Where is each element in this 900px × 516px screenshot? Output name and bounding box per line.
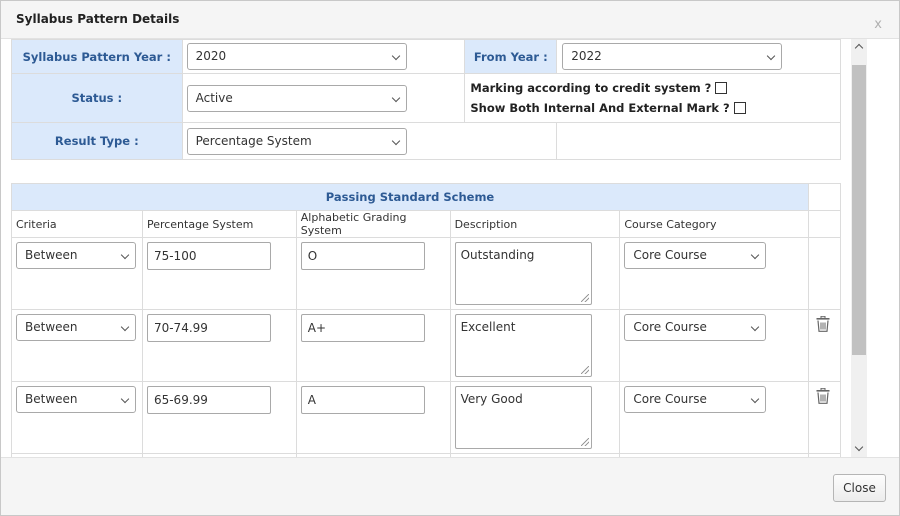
table-row: Between 65-69.99 A Very Good Core Course bbox=[11, 381, 841, 454]
description-value: Outstanding bbox=[460, 248, 535, 262]
chevron-down-icon bbox=[751, 250, 760, 260]
percentage-input[interactable]: 75-100 bbox=[146, 242, 271, 270]
description-value: Very Good bbox=[460, 392, 523, 406]
col-category: Course Category bbox=[619, 210, 810, 238]
description-textarea[interactable]: Outstanding bbox=[454, 242, 592, 305]
criteria-select[interactable]: Between bbox=[16, 314, 136, 341]
marking-credit-label: Marking according to credit system ? bbox=[470, 81, 712, 95]
criteria-select[interactable]: Between bbox=[16, 386, 136, 413]
resize-grip-icon[interactable] bbox=[580, 366, 589, 374]
chevron-down-icon bbox=[854, 442, 864, 452]
percentage-input[interactable]: 70-74.99 bbox=[146, 314, 271, 342]
chevron-down-icon bbox=[391, 93, 400, 102]
chevron-up-icon bbox=[854, 43, 864, 53]
chevron-down-icon bbox=[120, 250, 130, 260]
passing-standard-table: Passing Standard Scheme Criteria Percent… bbox=[10, 183, 841, 457]
marking-credit-checkbox[interactable] bbox=[715, 82, 728, 94]
chevron-down-icon bbox=[391, 136, 400, 145]
scheme-title: Passing Standard Scheme bbox=[10, 183, 810, 211]
empty-cell bbox=[556, 122, 841, 160]
from-year-value: 2022 bbox=[571, 49, 602, 63]
col-grade: Alphabetic Grading System bbox=[295, 210, 451, 238]
scheme-title-spacer bbox=[808, 183, 841, 211]
marking-credit-row: Marking according to credit system ? bbox=[470, 78, 840, 98]
description-textarea[interactable]: Excellent bbox=[454, 314, 592, 377]
from-year-select[interactable]: 2022 bbox=[562, 43, 783, 70]
resize-grip-icon[interactable] bbox=[580, 294, 589, 302]
result-type-select[interactable]: Percentage System bbox=[186, 127, 407, 155]
criteria-value: Between bbox=[25, 248, 78, 262]
category-select[interactable]: Core Course bbox=[624, 386, 767, 413]
vertical-scrollbar[interactable] bbox=[851, 39, 867, 457]
criteria-value: Between bbox=[25, 320, 78, 334]
show-both-label: Show Both Internal And External Mark ? bbox=[470, 101, 730, 115]
status-select[interactable]: Active bbox=[186, 84, 407, 112]
syllabus-year-select[interactable]: 2020 bbox=[186, 43, 407, 70]
description-textarea[interactable]: Very Good bbox=[454, 386, 592, 449]
trash-icon[interactable] bbox=[816, 387, 830, 404]
category-value: Core Course bbox=[633, 392, 707, 406]
description-value: Excellent bbox=[460, 320, 516, 334]
from-year-label: From Year : bbox=[464, 39, 558, 74]
dialog-body: Syllabus Pattern Year : 2020 From Year :… bbox=[1, 39, 867, 457]
criteria-value: Between bbox=[25, 392, 78, 406]
grade-input[interactable]: O bbox=[300, 242, 425, 270]
show-both-row: Show Both Internal And External Mark ? bbox=[470, 98, 840, 118]
pattern-form: Syllabus Pattern Year : 2020 From Year :… bbox=[11, 39, 841, 160]
col-percentage: Percentage System bbox=[141, 210, 297, 238]
scroll-down-button[interactable] bbox=[851, 441, 867, 457]
syllabus-pattern-dialog: Syllabus Pattern Details x Syllabus Patt… bbox=[0, 0, 900, 516]
dialog-title: Syllabus Pattern Details bbox=[16, 12, 180, 26]
scroll-thumb[interactable] bbox=[852, 65, 866, 355]
row-actions bbox=[808, 237, 841, 310]
scroll-up-button[interactable] bbox=[851, 39, 867, 55]
criteria-select[interactable]: Between bbox=[16, 242, 136, 269]
chevron-down-icon bbox=[120, 394, 130, 404]
grade-input[interactable]: A+ bbox=[300, 314, 425, 342]
trash-icon[interactable] bbox=[816, 315, 830, 332]
table-row: Between 70-74.99 A+ Excellent Core Cours… bbox=[11, 309, 841, 382]
chevron-down-icon bbox=[766, 51, 776, 61]
dialog-footer: Close bbox=[1, 457, 899, 515]
chevron-down-icon bbox=[751, 394, 760, 404]
status-value: Active bbox=[195, 90, 233, 105]
col-actions bbox=[808, 210, 841, 238]
col-description: Description bbox=[449, 210, 621, 238]
syllabus-year-value: 2020 bbox=[195, 49, 227, 63]
show-both-checkbox[interactable] bbox=[733, 102, 746, 114]
category-value: Core Course bbox=[633, 320, 707, 334]
close-button[interactable]: Close bbox=[833, 474, 886, 502]
chevron-down-icon bbox=[120, 322, 130, 332]
grade-input[interactable]: A bbox=[300, 386, 425, 414]
chevron-down-icon bbox=[391, 51, 400, 61]
resize-grip-icon[interactable] bbox=[580, 438, 589, 446]
status-label: Status : bbox=[11, 73, 183, 123]
table-row: Between 75-100 O Outstanding Core Course bbox=[11, 237, 841, 310]
percentage-input[interactable]: 65-69.99 bbox=[146, 386, 271, 414]
category-select[interactable]: Core Course bbox=[624, 314, 767, 341]
dialog-header: Syllabus Pattern Details x bbox=[1, 1, 899, 39]
category-value: Core Course bbox=[633, 248, 707, 262]
syllabus-year-label: Syllabus Pattern Year : bbox=[11, 39, 183, 74]
col-criteria: Criteria bbox=[11, 210, 143, 238]
close-icon[interactable]: x bbox=[874, 18, 882, 32]
result-type-label: Result Type : bbox=[11, 122, 183, 160]
category-select[interactable]: Core Course bbox=[624, 242, 767, 269]
chevron-down-icon bbox=[751, 322, 760, 332]
result-type-value: Percentage System bbox=[195, 133, 312, 148]
